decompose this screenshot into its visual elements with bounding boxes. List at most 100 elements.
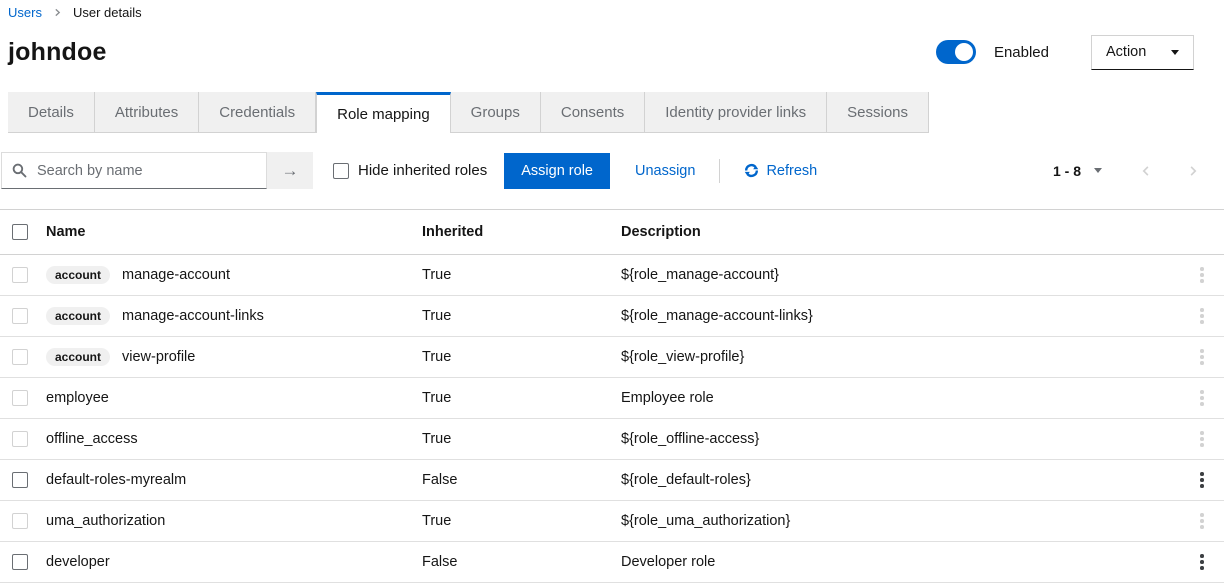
tab-consents[interactable]: Consents — [541, 92, 645, 133]
breadcrumb: Users User details — [0, 0, 1224, 20]
role-description: ${role_manage-account} — [621, 267, 1180, 283]
arrow-right-icon: → — [282, 161, 299, 181]
kebab-icon — [1200, 349, 1204, 365]
role-description: ${role_manage-account-links} — [621, 308, 1180, 324]
column-header-description: Description — [621, 224, 1180, 240]
role-description: ${role_view-profile} — [621, 349, 1180, 365]
table-row: default-roles-myrealm False ${role_defau… — [0, 460, 1224, 501]
row-checkbox — [12, 349, 28, 365]
role-mapping-toolbar: → Hide inherited roles Assign role Unass… — [0, 152, 1224, 189]
row-checkbox[interactable] — [12, 554, 28, 570]
caret-down-icon — [1094, 168, 1102, 173]
next-page-button — [1169, 153, 1216, 189]
search-input-wrap — [1, 152, 267, 189]
role-description: ${role_default-roles} — [621, 472, 1180, 488]
row-checkbox[interactable] — [12, 472, 28, 488]
table-header-row: Name Inherited Description — [0, 210, 1224, 255]
kebab-icon — [1200, 267, 1204, 283]
chevron-right-icon — [1187, 164, 1199, 178]
role-name: view-profile — [122, 349, 195, 365]
breadcrumb-users-link[interactable]: Users — [8, 5, 42, 20]
user-tabs: Details Attributes Credentials Role mapp… — [8, 92, 1224, 133]
column-header-inherited: Inherited — [422, 224, 621, 240]
hide-inherited-checkbox[interactable] — [333, 163, 349, 179]
kebab-icon — [1200, 308, 1204, 324]
table-row: uma_authorization True ${role_uma_author… — [0, 501, 1224, 542]
row-kebab-button — [1180, 378, 1224, 418]
tab-groups[interactable]: Groups — [451, 92, 541, 133]
kebab-icon — [1200, 472, 1204, 488]
row-kebab-button[interactable] — [1180, 542, 1224, 582]
tab-details[interactable]: Details — [8, 92, 95, 133]
row-checkbox — [12, 513, 28, 529]
inherited-value: True — [422, 431, 621, 447]
user-details-page: Users User details johndoe Enabled Actio… — [0, 0, 1224, 583]
tab-attributes[interactable]: Attributes — [95, 92, 199, 133]
assign-role-button[interactable]: Assign role — [504, 153, 610, 189]
inherited-value: True — [422, 513, 621, 529]
role-name: employee — [46, 390, 109, 406]
kebab-icon — [1200, 431, 1204, 447]
kebab-icon — [1200, 554, 1204, 570]
row-kebab-button[interactable] — [1180, 460, 1224, 500]
role-name: developer — [46, 554, 110, 570]
tab-role-mapping[interactable]: Role mapping — [316, 92, 451, 133]
refresh-label: Refresh — [766, 163, 817, 179]
action-dropdown[interactable]: Action — [1091, 35, 1194, 70]
row-checkbox — [12, 267, 28, 283]
row-kebab-button — [1180, 337, 1224, 377]
table-row: offline_access True ${role_offline-acces… — [0, 419, 1224, 460]
client-badge: account — [46, 307, 110, 325]
select-all-checkbox[interactable] — [12, 224, 28, 240]
table-row: developer False Developer role — [0, 542, 1224, 583]
table-row: account manage-account True ${role_manag… — [0, 255, 1224, 296]
role-table-body: account manage-account True ${role_manag… — [0, 255, 1224, 583]
inherited-value: False — [422, 472, 621, 488]
column-header-name: Name — [44, 224, 422, 240]
inherited-value: True — [422, 308, 621, 324]
action-dropdown-label: Action — [1106, 44, 1146, 60]
page-header: johndoe Enabled Action — [0, 28, 1224, 76]
unassign-button[interactable]: Unassign — [619, 153, 711, 189]
toolbar-divider — [719, 159, 720, 183]
hide-inherited-label: Hide inherited roles — [358, 162, 487, 179]
pagination-nav — [1122, 153, 1216, 189]
row-kebab-button — [1180, 296, 1224, 336]
caret-down-icon — [1171, 50, 1179, 55]
row-checkbox — [12, 308, 28, 324]
toggle-knob-icon — [955, 43, 973, 61]
breadcrumb-current: User details — [73, 5, 142, 20]
role-description: ${role_uma_authorization} — [621, 513, 1180, 529]
pagination-menu-toggle[interactable]: 1 - 8 — [1053, 163, 1102, 179]
role-name: manage-account — [122, 267, 230, 283]
header-controls: Enabled Action — [936, 35, 1194, 70]
inherited-value: True — [422, 349, 621, 365]
inherited-value: True — [422, 390, 621, 406]
inherited-value: False — [422, 554, 621, 570]
role-description: ${role_offline-access} — [621, 431, 1180, 447]
search-input[interactable] — [35, 162, 260, 180]
pagination: 1 - 8 — [1053, 153, 1224, 189]
search-icon — [12, 163, 27, 178]
row-kebab-button — [1180, 419, 1224, 459]
table-row: account view-profile True ${role_view-pr… — [0, 337, 1224, 378]
refresh-button[interactable]: Refresh — [744, 163, 817, 179]
tab-credentials[interactable]: Credentials — [199, 92, 316, 133]
hide-inherited-roles-control[interactable]: Hide inherited roles — [333, 162, 487, 179]
kebab-icon — [1200, 513, 1204, 529]
role-description: Developer role — [621, 554, 1180, 570]
table-row: account manage-account-links True ${role… — [0, 296, 1224, 337]
tab-identity-provider-links[interactable]: Identity provider links — [645, 92, 827, 133]
role-mapping-table: Name Inherited Description account manag… — [0, 209, 1224, 583]
table-row: employee True Employee role — [0, 378, 1224, 419]
row-checkbox — [12, 390, 28, 406]
enabled-toggle[interactable] — [936, 40, 976, 64]
row-kebab-button — [1180, 501, 1224, 541]
tab-sessions[interactable]: Sessions — [827, 92, 929, 133]
search-submit-button[interactable]: → — [267, 152, 313, 189]
client-badge: account — [46, 266, 110, 284]
pagination-range: 1 - 8 — [1053, 163, 1081, 179]
refresh-icon — [744, 163, 759, 178]
row-checkbox — [12, 431, 28, 447]
row-kebab-button — [1180, 255, 1224, 295]
